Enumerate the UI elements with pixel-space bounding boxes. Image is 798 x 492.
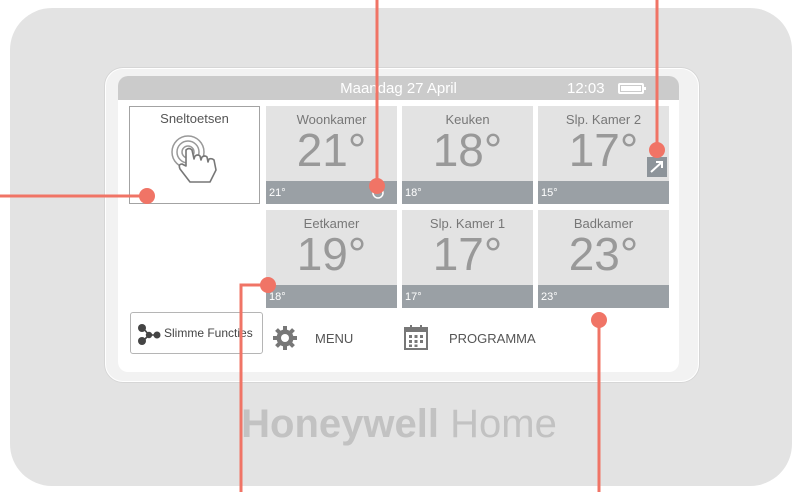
callout-dot-shortcuts	[139, 188, 155, 204]
callout-dot-timer	[369, 178, 385, 194]
callout-overlay	[0, 0, 665, 492]
callout-dot-boost	[649, 142, 665, 158]
callout-dot-zone	[260, 277, 276, 293]
callout-line-zone	[239, 283, 268, 492]
callout-dot-setpoint	[591, 312, 607, 328]
